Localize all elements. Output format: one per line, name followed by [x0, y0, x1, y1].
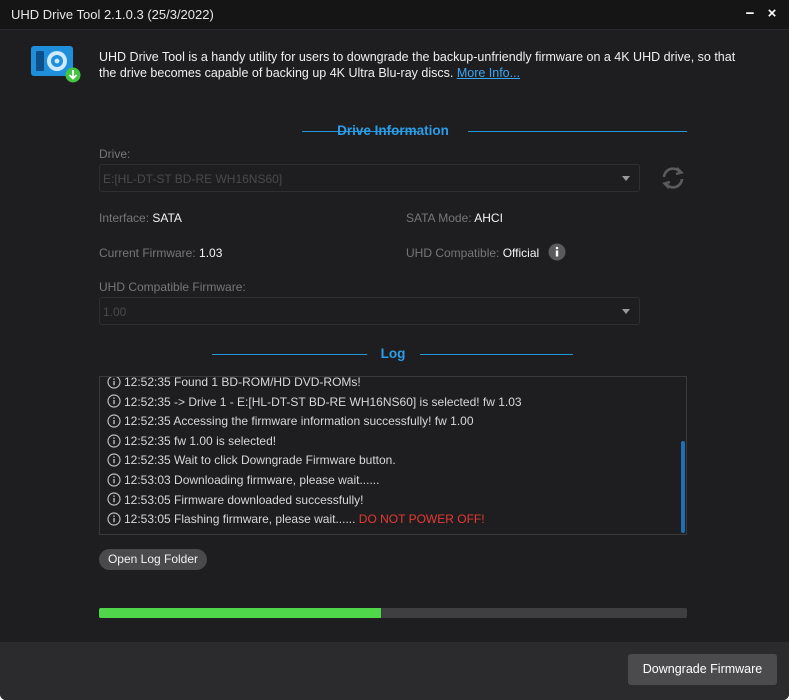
chevron-down-icon: [622, 176, 630, 181]
info-circle-icon: [107, 394, 121, 409]
log-line: 12:52:35 Wait to click Downgrade Firmwar…: [107, 451, 396, 469]
log-warning-text: DO NOT POWER OFF!: [358, 512, 485, 527]
heading-line-right: [420, 354, 573, 355]
log-heading: Log: [99, 346, 687, 362]
uhd-compatible-label: UHD Compatible:: [406, 246, 500, 260]
interface-field: Interface: SATA: [99, 211, 182, 225]
log-line: 12:53:05 Firmware downloaded successfull…: [107, 491, 363, 509]
minimize-button[interactable]: −: [739, 3, 761, 25]
log-line: 12:52:35 Accessing the firmware informat…: [107, 412, 474, 430]
info-circle-icon: [107, 453, 121, 467]
heading-line-right: [468, 131, 687, 132]
current-firmware-label: Current Firmware:: [99, 246, 196, 260]
current-firmware-value: 1.03: [199, 246, 223, 260]
log-line-text: 12:52:35 Accessing the firmware informat…: [124, 414, 474, 429]
open-log-folder-button[interactable]: Open Log Folder: [99, 549, 207, 570]
log-list[interactable]: 12:52:35 Found 1 BD-ROM/HD DVD-ROMs! 12:5…: [99, 376, 687, 535]
log-line-text: 12:53:05 Flashing firmware, please wait.…: [124, 512, 359, 527]
intro-text: UHD Drive Tool is a handy utility for us…: [99, 49, 749, 81]
chevron-down-icon: [622, 309, 630, 314]
log-line: 12:52:35 -> Drive 1 - E:[HL-DT-ST BD-RE …: [107, 393, 522, 411]
log-line: 12:53:05 Flashing firmware, please wait.…: [107, 510, 485, 528]
log-line-text: 12:52:35 Found 1 BD-ROM/HD DVD-ROMs!: [124, 376, 361, 389]
interface-value: SATA: [152, 211, 182, 225]
info-icon[interactable]: [548, 243, 566, 261]
info-circle-icon: [107, 434, 121, 448]
disc-drive-download-icon: [31, 46, 81, 83]
log-line: 12:53:03 Downloading firmware, please wa…: [107, 471, 379, 489]
app-window: UHD Drive Tool 2.1.0.3 (25/3/2022) − × U…: [0, 0, 789, 700]
log-line-text: 12:53:05 Firmware downloaded successfull…: [124, 492, 364, 507]
close-button[interactable]: ×: [761, 3, 783, 25]
sata-mode-label: SATA Mode:: [406, 211, 472, 225]
log-line: 12:52:35 Found 1 BD-ROM/HD DVD-ROMs!: [107, 376, 361, 391]
sata-mode-value: AHCI: [474, 211, 503, 225]
log-line-text: 12:52:35 fw 1.00 is selected!: [124, 433, 277, 448]
drive-info-heading: Drive Information: [99, 123, 687, 139]
log-line: 12:52:35 fw 1.00 is selected!: [107, 432, 276, 450]
info-circle-icon: [107, 414, 121, 428]
more-info-link[interactable]: More Info...: [457, 66, 520, 80]
log-line-text: 12:52:35 -> Drive 1 - E:[HL-DT-ST BD-RE …: [124, 394, 522, 409]
intro-description: UHD Drive Tool is a handy utility for us…: [99, 50, 736, 80]
drive-select[interactable]: E:[HL-DT-ST BD-RE WH16NS60]: [99, 164, 640, 192]
log-line-text: 12:52:35 Wait to click Downgrade Firmwar…: [124, 453, 396, 468]
current-firmware-field: Current Firmware: 1.03: [99, 246, 222, 260]
interface-label: Interface:: [99, 211, 150, 225]
info-circle-icon: [107, 512, 121, 526]
drive-select-value: E:[HL-DT-ST BD-RE WH16NS60]: [103, 172, 283, 186]
sata-mode-field: SATA Mode: AHCI: [406, 211, 503, 225]
refresh-icon[interactable]: [658, 163, 688, 193]
uhd-firmware-select-value: 1.00: [103, 305, 127, 319]
drive-label: Drive:: [99, 147, 131, 161]
info-circle-icon: [107, 492, 121, 507]
progress-fill: [99, 608, 382, 618]
log-scrollbar[interactable]: [681, 441, 685, 533]
info-circle-icon: [107, 473, 121, 487]
drive-info-title: Drive Information: [337, 123, 449, 138]
title-bar[interactable]: UHD Drive Tool 2.1.0.3 (25/3/2022) − ×: [0, 0, 789, 30]
uhd-compatible-value: Official: [502, 246, 540, 260]
uhd-compatible-field: UHD Compatible: Official: [406, 246, 539, 260]
info-circle-icon: [107, 377, 121, 389]
footer-bar: Downgrade Firmware: [0, 642, 789, 700]
log-line-text: 12:53:03 Downloading firmware, please wa…: [124, 473, 380, 487]
window-title: UHD Drive Tool 2.1.0.3 (25/3/2022): [11, 7, 214, 22]
uhd-firmware-select[interactable]: 1.00: [99, 297, 640, 325]
uhd-firmware-label: UHD Compatible Firmware:: [99, 280, 246, 294]
progress-bar: [99, 608, 687, 618]
downgrade-firmware-button[interactable]: Downgrade Firmware: [628, 654, 777, 685]
